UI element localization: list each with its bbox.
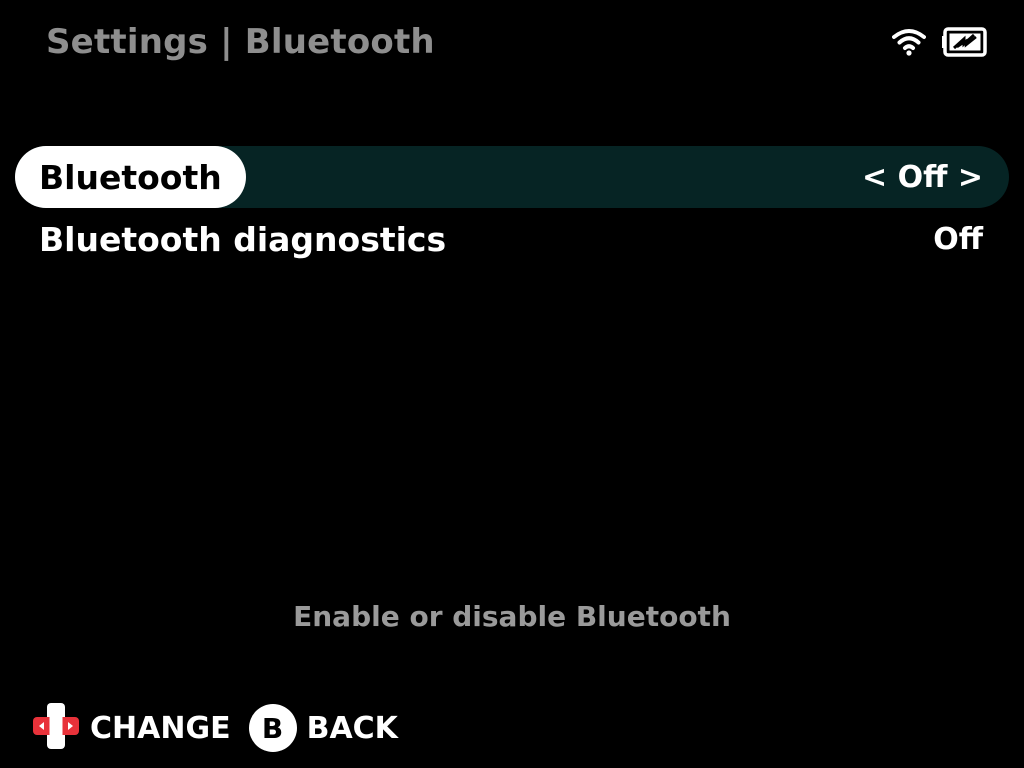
b-button-icon[interactable]: B: [248, 704, 297, 752]
settings-menu: Bluetooth < Off > Bluetooth diagnostics …: [15, 146, 1009, 270]
dpad-icon: [32, 702, 80, 754]
battery-charging-icon: [942, 26, 992, 62]
status-bar: [892, 26, 992, 62]
setting-description: Enable or disable Bluetooth: [293, 600, 731, 633]
menu-item-bluetooth[interactable]: Bluetooth < Off >: [15, 146, 1009, 208]
button-hints: CHANGE B BACK: [32, 702, 406, 754]
bluetooth-value-selector[interactable]: < Off >: [862, 160, 1009, 195]
bluetooth-diagnostics-value: Off: [933, 221, 983, 257]
change-hint-label: CHANGE: [90, 710, 231, 746]
wifi-icon: [892, 27, 926, 61]
menu-item-bluetooth-diagnostics[interactable]: Bluetooth diagnostics Off: [15, 208, 1009, 270]
menu-item-label: Bluetooth: [15, 146, 246, 208]
page-title: Settings | Bluetooth: [46, 22, 435, 62]
back-hint-label: BACK: [306, 710, 398, 746]
menu-item-label: Bluetooth diagnostics: [39, 219, 447, 259]
settings-screen: Settings | Bluetooth Bluetooth < Off > B…: [0, 0, 1024, 768]
